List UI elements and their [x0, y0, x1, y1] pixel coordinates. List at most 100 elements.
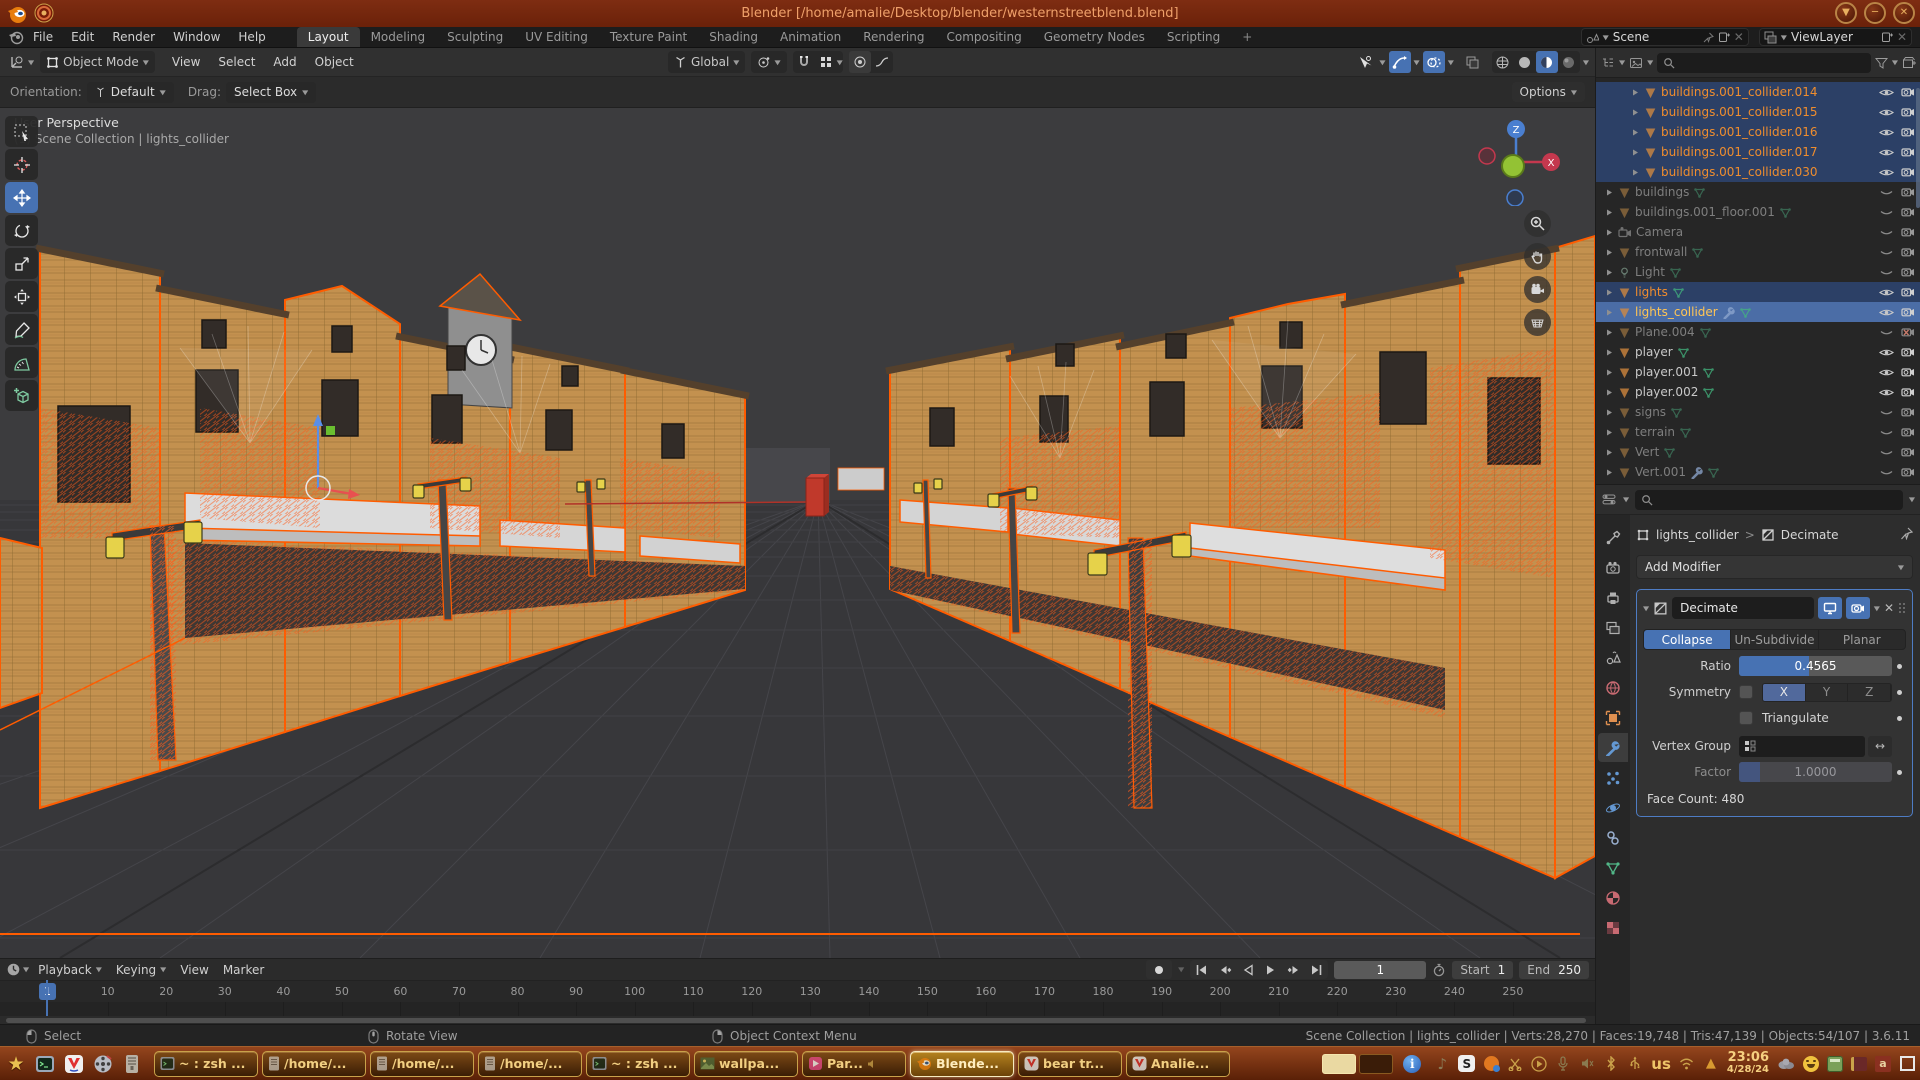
hide-in-viewport-toggle[interactable] [1877, 307, 1895, 318]
tray-keyboard-layout-icon[interactable]: us [1651, 1053, 1671, 1075]
outliner-row[interactable]: buildings.001_collider.017 [1596, 142, 1920, 162]
hide-in-viewport-toggle[interactable] [1877, 367, 1895, 378]
outliner-row[interactable]: buildings.001_collider.016 [1596, 122, 1920, 142]
object-name[interactable]: Light [1635, 265, 1665, 279]
outliner-row[interactable]: lights [1596, 282, 1920, 302]
tray-music-icon[interactable]: ♪ [1434, 1053, 1450, 1075]
display-mode-icon[interactable] [1629, 56, 1643, 70]
properties-tab-view-layer[interactable] [1598, 613, 1628, 642]
taskbar-task[interactable]: /home/... [262, 1051, 366, 1077]
disable-in-renders-toggle[interactable] [1899, 306, 1917, 318]
tray-updates-icon[interactable]: ▲ [1703, 1053, 1719, 1075]
menu-edit[interactable]: Edit [62, 30, 103, 44]
hide-in-viewport-toggle[interactable] [1877, 327, 1895, 338]
outliner-row[interactable]: Vert [1596, 442, 1920, 462]
tool-transform[interactable] [5, 281, 38, 312]
shading-solid-button[interactable] [1514, 51, 1536, 73]
expand-icon[interactable] [1604, 188, 1614, 197]
tab-rendering[interactable]: Rendering [852, 27, 935, 47]
launcher-favorites-icon[interactable]: ★ [5, 1053, 27, 1075]
close-button[interactable]: ✕ [1893, 2, 1915, 24]
properties-tab-constraints[interactable] [1598, 823, 1628, 852]
tool-measure[interactable] [5, 347, 38, 378]
factor-slider[interactable]: 1.0000 [1739, 762, 1892, 782]
properties-tab-object[interactable] [1598, 703, 1628, 732]
disable-in-renders-toggle[interactable] [1899, 446, 1917, 458]
pin-id-icon[interactable] [1900, 527, 1913, 543]
properties-tab-physics[interactable] [1598, 793, 1628, 822]
unlink-scene-icon[interactable]: ✕ [1734, 30, 1744, 44]
expand-icon[interactable] [1604, 208, 1614, 217]
outliner-row[interactable]: Camera [1596, 222, 1920, 242]
properties-tab-object-data[interactable] [1598, 853, 1628, 882]
properties-tab-world[interactable] [1598, 673, 1628, 702]
tool-move[interactable] [5, 182, 38, 213]
add-workspace-button[interactable]: + [1231, 27, 1263, 47]
axis-y-button[interactable]: Y [1806, 684, 1849, 701]
tool-add-cube[interactable] [5, 380, 38, 411]
breadcrumb-object[interactable]: lights_collider [1656, 528, 1739, 542]
expand-icon[interactable] [1604, 428, 1614, 437]
outliner-row[interactable]: player.001 [1596, 362, 1920, 382]
tool-annotate[interactable] [5, 314, 38, 345]
properties-tab-output[interactable] [1598, 583, 1628, 612]
workspace-1[interactable] [1322, 1054, 1356, 1074]
hide-in-viewport-toggle[interactable] [1877, 187, 1895, 198]
viewlayer-selector[interactable]: ▼ ViewLayer ✕ [1759, 28, 1912, 46]
tab-planar[interactable]: Planar [1819, 630, 1905, 649]
disable-in-renders-toggle[interactable] [1899, 146, 1917, 158]
hide-in-viewport-toggle[interactable] [1877, 87, 1895, 98]
disable-in-renders-toggle[interactable] [1899, 286, 1917, 298]
expand-icon[interactable] [1630, 148, 1640, 157]
hide-in-viewport-toggle[interactable] [1877, 407, 1895, 418]
info-icon[interactable]: i [1403, 1055, 1421, 1073]
disable-in-renders-toggle[interactable] [1899, 426, 1917, 438]
object-name[interactable]: Vert.001 [1635, 465, 1686, 479]
tray-scissors-icon[interactable] [1507, 1053, 1523, 1075]
taskbar-task[interactable]: ~ : zsh ... [154, 1051, 258, 1077]
hide-in-viewport-toggle[interactable] [1877, 107, 1895, 118]
delete-modifier-icon[interactable]: ✕ [1884, 601, 1894, 615]
taskbar-task[interactable]: wallpa... [694, 1051, 798, 1077]
new-collection-icon[interactable] [1902, 56, 1916, 69]
axis-x-button[interactable]: X [1763, 684, 1806, 701]
object-name[interactable]: lights [1635, 285, 1668, 299]
timeline-track[interactable] [0, 1002, 1595, 1016]
expand-icon[interactable] [1630, 88, 1640, 97]
tray-window-placeholder-icon[interactable] [1899, 1053, 1915, 1075]
outliner-row[interactable]: buildings.001_collider.030 [1596, 162, 1920, 182]
properties-tab-scene[interactable] [1598, 643, 1628, 672]
disable-in-renders-toggle[interactable] [1899, 266, 1917, 278]
disable-in-renders-toggle[interactable] [1899, 346, 1917, 358]
modifier-name-field[interactable]: Decimate [1672, 597, 1814, 619]
taskbar-task[interactable]: /home/... [370, 1051, 474, 1077]
expand-icon[interactable] [1604, 308, 1614, 317]
menu-select[interactable]: Select [209, 55, 264, 69]
hide-in-viewport-toggle[interactable] [1877, 267, 1895, 278]
expand-icon[interactable] [1604, 228, 1614, 237]
viewport-3d-scene[interactable] [0, 108, 1595, 958]
timeline-scrollbar[interactable] [6, 1018, 1586, 1023]
outliner-scrollbar[interactable] [1916, 88, 1920, 208]
object-name[interactable]: buildings.001_collider.014 [1661, 85, 1818, 99]
disable-in-renders-toggle[interactable] [1899, 186, 1917, 198]
outliner-row[interactable]: buildings.001_collider.015 [1596, 102, 1920, 122]
object-name[interactable]: player [1635, 345, 1673, 359]
object-name[interactable]: player.002 [1635, 385, 1698, 399]
outliner-row[interactable]: signs [1596, 402, 1920, 422]
expand-icon[interactable] [1604, 348, 1614, 357]
timeline-editor-icon[interactable] [6, 962, 21, 977]
tray-skype-icon[interactable]: S [1458, 1053, 1475, 1075]
end-frame-field[interactable]: End 250 [1519, 961, 1589, 979]
object-name[interactable]: buildings [1635, 185, 1689, 199]
disable-in-renders-toggle[interactable] [1899, 226, 1917, 238]
3d-viewport[interactable]: User Perspective (1) Scene Collection | … [0, 108, 1595, 958]
modifier-extras-dropdown[interactable]: ▼ [1874, 604, 1880, 611]
animate-dot[interactable] [1892, 664, 1906, 669]
shade-button[interactable]: ─ [1864, 2, 1886, 24]
hide-in-viewport-toggle[interactable] [1877, 227, 1895, 238]
transport-next-keyframe[interactable] [1282, 960, 1305, 979]
properties-search-input[interactable] [1635, 490, 1903, 510]
expand-icon[interactable] [1604, 268, 1614, 277]
launcher-terminal-icon[interactable] [34, 1053, 56, 1075]
